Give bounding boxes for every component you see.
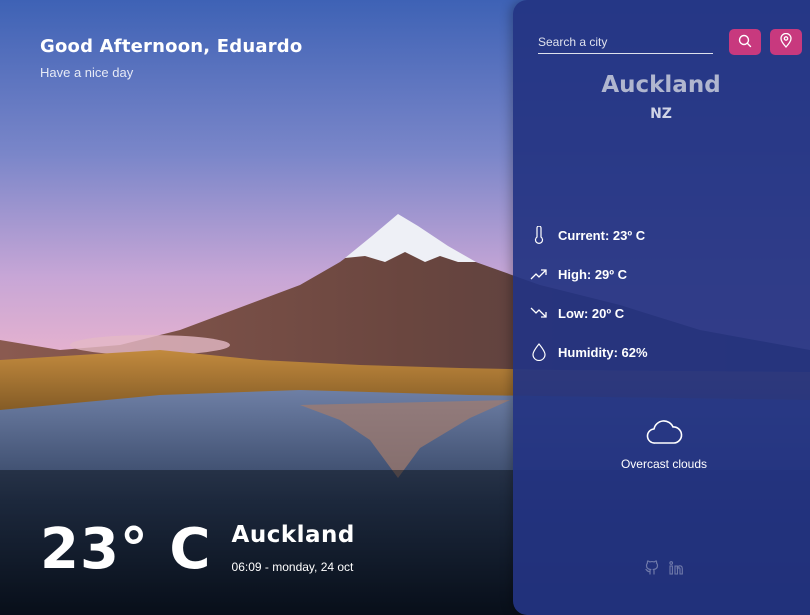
cloud-icon bbox=[645, 420, 683, 450]
search-row bbox=[538, 29, 802, 55]
panel-country: NZ bbox=[650, 106, 672, 122]
greeting-subtitle: Have a nice day bbox=[40, 65, 134, 80]
location-name: Auckland bbox=[231, 522, 355, 548]
city-search-input[interactable] bbox=[538, 30, 713, 54]
search-button[interactable] bbox=[729, 29, 761, 55]
droplet-icon bbox=[530, 343, 548, 361]
map-pin-icon bbox=[779, 32, 793, 51]
stat-humidity: Humidity: 62% bbox=[530, 342, 648, 362]
trend-up-icon bbox=[530, 265, 548, 283]
location-block: Auckland 06:09 - monday, 24 oct bbox=[232, 522, 355, 574]
greeting-title: Good Afternoon, Eduardo bbox=[40, 36, 303, 57]
current-weather-summary: 23° C Auckland 06:09 - monday, 24 oct bbox=[40, 516, 355, 584]
weather-panel: Auckland NZ Current: 23º C High: 29º C bbox=[513, 0, 810, 615]
search-icon bbox=[738, 34, 752, 51]
location-datetime: 06:09 - monday, 24 oct bbox=[231, 560, 354, 574]
current-temperature: 23° C bbox=[40, 517, 212, 582]
stat-current: Current: 23º C bbox=[530, 225, 648, 245]
location-button[interactable] bbox=[770, 29, 802, 55]
stat-current-label: Current: 23º C bbox=[558, 227, 646, 243]
greeting: Good Afternoon, Eduardo Have a nice day bbox=[40, 36, 302, 80]
stat-low-label: Low: 20º C bbox=[558, 305, 625, 321]
panel-city: Auckland bbox=[601, 72, 721, 98]
weather-stats: Current: 23º C High: 29º C Low: 20º C Hu… bbox=[530, 225, 648, 381]
stat-high-label: High: 29º C bbox=[558, 266, 628, 282]
linkedin-icon[interactable] bbox=[668, 560, 684, 581]
stat-humidity-label: Humidity: 62% bbox=[558, 344, 648, 360]
thermometer-icon bbox=[530, 226, 548, 244]
condition-label: Overcast clouds bbox=[620, 457, 708, 471]
stat-low: Low: 20º C bbox=[530, 303, 648, 323]
stat-high: High: 29º C bbox=[530, 264, 648, 284]
trend-down-icon bbox=[530, 304, 548, 322]
social-links bbox=[644, 560, 684, 581]
github-icon[interactable] bbox=[644, 560, 660, 581]
weather-condition: Overcast clouds bbox=[513, 418, 810, 471]
